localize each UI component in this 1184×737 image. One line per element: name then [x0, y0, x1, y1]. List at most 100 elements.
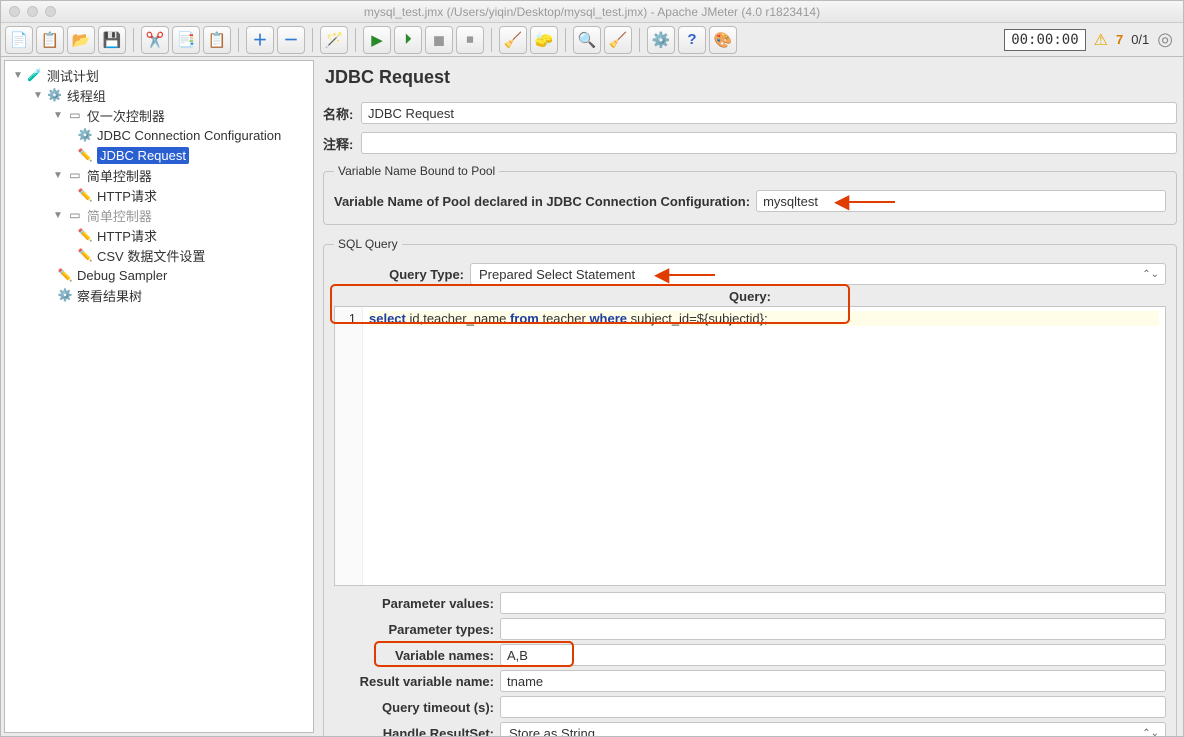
- pool-fieldset: Variable Name Bound to Pool Variable Nam…: [323, 164, 1177, 225]
- tree-item[interactable]: ⚙️ JDBC Connection Configuration: [5, 125, 313, 145]
- run-no-pause-button[interactable]: ⏵: [394, 26, 422, 54]
- remove-button[interactable]: －: [277, 26, 305, 54]
- disclosure-icon[interactable]: ▼: [33, 90, 43, 101]
- query-type-label: Query Type:: [334, 267, 464, 282]
- comment-input[interactable]: [361, 132, 1177, 154]
- name-input[interactable]: [361, 102, 1177, 124]
- sql-legend: SQL Query: [334, 237, 402, 251]
- http-icon: ✏️: [57, 267, 73, 283]
- beaker-icon: 🧪: [27, 67, 43, 83]
- http-icon: ✏️: [77, 227, 93, 243]
- save-button[interactable]: 💾: [98, 26, 126, 54]
- tree-item[interactable]: ✏️CSV 数据文件设置: [5, 245, 313, 265]
- window-title: mysql_test.jmx (/Users/yiqin/Desktop/mys…: [1, 5, 1183, 19]
- resultset-label: Handle ResultSet:: [334, 726, 494, 737]
- param-values-input[interactable]: [500, 592, 1166, 614]
- controller-icon: ▭: [67, 107, 83, 123]
- clear-button[interactable]: 🧹: [499, 26, 527, 54]
- result-var-input[interactable]: [500, 670, 1166, 692]
- var-names-input[interactable]: [500, 644, 1166, 666]
- tree-item[interactable]: ✏️HTTP请求: [5, 185, 313, 205]
- http-icon: ✏️: [77, 147, 93, 163]
- function-helper-button[interactable]: ⚙️: [647, 26, 675, 54]
- sql-editor[interactable]: 1 select id,teacher_name from teacher wh…: [334, 306, 1166, 586]
- cut-button[interactable]: ✂️: [141, 26, 169, 54]
- page-title: JDBC Request: [325, 67, 1177, 88]
- chevron-updown-icon: ⌃⌄: [1142, 728, 1159, 737]
- stop-button[interactable]: ◼: [425, 26, 453, 54]
- toolbar: 📄 📋 📂 💾 ✂️ 📑 📋 ＋ － 🪄 ▶ ⏵ ◼ ⏹ 🧹 🧽 🔍 🧹 ⚙️ …: [1, 23, 1183, 57]
- disclosure-icon[interactable]: ▼: [13, 70, 23, 81]
- tree-item[interactable]: ▼▭简单控制器: [5, 205, 313, 225]
- thread-gauge-icon: ◎: [1157, 29, 1173, 50]
- gear-icon: ⚙️: [47, 87, 63, 103]
- chevron-updown-icon: ⌃⌄: [1142, 269, 1159, 280]
- warning-count: 7: [1116, 32, 1123, 47]
- tree-item-label: HTTP请求: [97, 226, 157, 245]
- warning-icon[interactable]: ⚠: [1094, 30, 1108, 50]
- window-minimize-icon[interactable]: [27, 6, 38, 17]
- tree-item[interactable]: ▼▭简单控制器: [5, 165, 313, 185]
- var-names-label: Variable names:: [334, 648, 494, 663]
- tree-item-label: JDBC Request: [97, 147, 189, 164]
- tree-item-label: Debug Sampler: [77, 268, 167, 283]
- comment-label: 注释:: [323, 134, 357, 153]
- wand-button[interactable]: 🪄: [320, 26, 348, 54]
- tree-item-label: 线程组: [67, 86, 106, 105]
- window-close-icon[interactable]: [9, 6, 20, 17]
- disclosure-icon[interactable]: ▼: [53, 210, 63, 221]
- titlebar: mysql_test.jmx (/Users/yiqin/Desktop/mys…: [1, 1, 1183, 23]
- http-icon: ✏️: [77, 187, 93, 203]
- pool-name-input[interactable]: [756, 190, 1166, 212]
- shutdown-button[interactable]: ⏹: [456, 26, 484, 54]
- query-type-select[interactable]: Prepared Select Statement ⌃⌄: [470, 263, 1166, 285]
- tree-item[interactable]: ✏️ Debug Sampler: [5, 265, 313, 285]
- templates-button[interactable]: 📋: [36, 26, 64, 54]
- reset-search-button[interactable]: 🧹: [604, 26, 632, 54]
- tree-item[interactable]: ▼ ▭仅一次控制器: [5, 105, 313, 125]
- result-var-label: Result variable name:: [334, 674, 494, 689]
- new-button[interactable]: 📄: [5, 26, 33, 54]
- tree-item[interactable]: ⚙️察看结果树: [5, 285, 313, 305]
- options-button[interactable]: 🎨: [709, 26, 737, 54]
- resultset-select[interactable]: Store as String ⌃⌄: [500, 722, 1166, 736]
- tree-item-label: 仅一次控制器: [87, 106, 165, 125]
- disclosure-icon[interactable]: ▼: [53, 110, 63, 121]
- resultset-value: Store as String: [509, 726, 595, 737]
- paste-button[interactable]: 📋: [203, 26, 231, 54]
- tree-item[interactable]: ✏️JDBC Request: [5, 145, 313, 165]
- run-button[interactable]: ▶: [363, 26, 391, 54]
- line-number: 1: [341, 311, 356, 326]
- tree-item[interactable]: ▼ 🧪测试计划: [5, 65, 313, 85]
- tree-item[interactable]: ▼ ⚙️线程组: [5, 85, 313, 105]
- param-types-input[interactable]: [500, 618, 1166, 640]
- param-types-label: Parameter types:: [334, 622, 494, 637]
- sql-fieldset: SQL Query Query Type: Prepared Select St…: [323, 237, 1177, 736]
- clear-all-button[interactable]: 🧽: [530, 26, 558, 54]
- copy-button[interactable]: 📑: [172, 26, 200, 54]
- gear-icon: ⚙️: [57, 287, 73, 303]
- tree-item-label: 察看结果树: [77, 286, 142, 305]
- disclosure-icon[interactable]: ▼: [53, 170, 63, 181]
- search-button[interactable]: 🔍: [573, 26, 601, 54]
- gear-icon: ⚙️: [77, 127, 93, 143]
- help-button[interactable]: ?: [678, 26, 706, 54]
- pool-legend: Variable Name Bound to Pool: [334, 164, 499, 178]
- tree-item-label: HTTP请求: [97, 186, 157, 205]
- add-button[interactable]: ＋: [246, 26, 274, 54]
- pool-label: Variable Name of Pool declared in JDBC C…: [334, 194, 750, 209]
- tree-item-label: CSV 数据文件设置: [97, 246, 205, 265]
- thread-counter: 0/1: [1131, 32, 1149, 47]
- name-label: 名称:: [323, 104, 357, 123]
- open-button[interactable]: 📂: [67, 26, 95, 54]
- tree-item[interactable]: ✏️HTTP请求: [5, 225, 313, 245]
- timeout-input[interactable]: [500, 696, 1166, 718]
- window-zoom-icon[interactable]: [45, 6, 56, 17]
- test-plan-tree[interactable]: ▼🧪测试计划▼⚙️线程组▼▭仅一次控制器⚙️JDBC Connection Co…: [4, 60, 314, 733]
- tree-item-label: 简单控制器: [87, 206, 152, 225]
- query-type-value: Prepared Select Statement: [479, 267, 635, 282]
- tree-item-label: 测试计划: [47, 66, 99, 85]
- timer: 00:00:00: [1004, 29, 1085, 51]
- tree-item-label: JDBC Connection Configuration: [97, 128, 281, 143]
- tree-item-label: 简单控制器: [87, 166, 152, 185]
